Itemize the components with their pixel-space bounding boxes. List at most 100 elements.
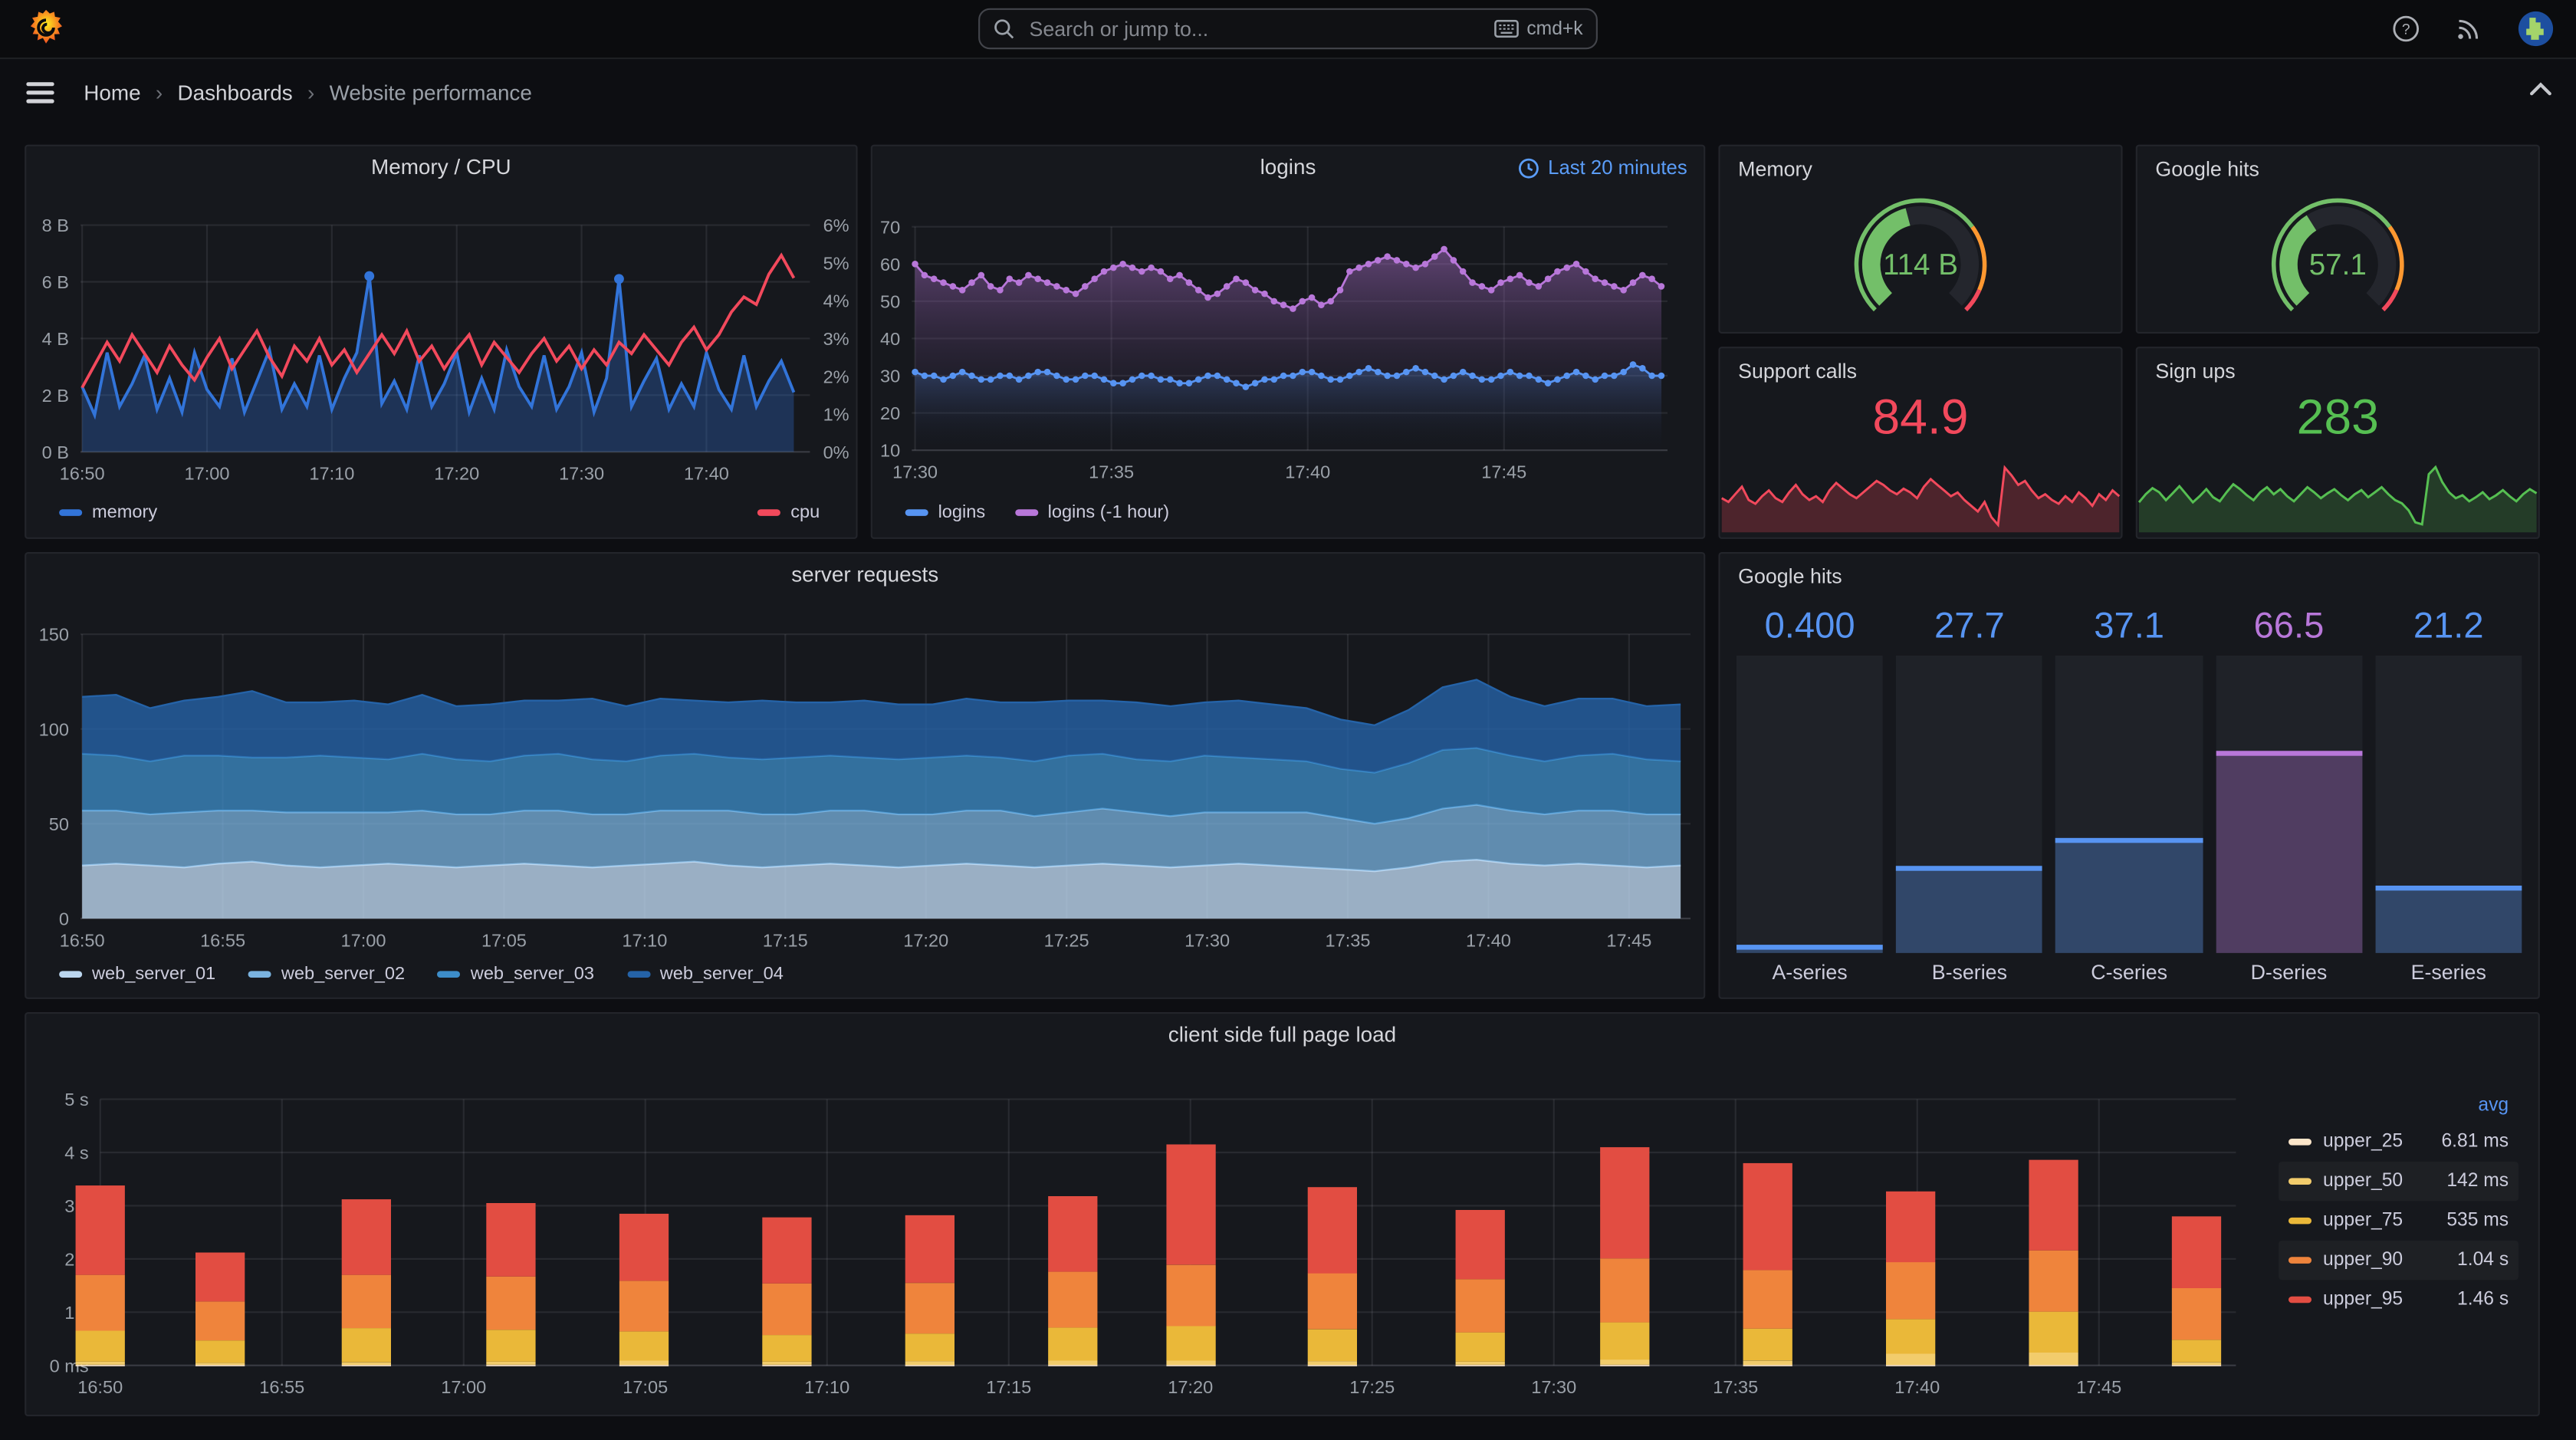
- legend-item-upper_50[interactable]: upper_50 142 ms: [2279, 1162, 2518, 1201]
- bar-gauge-column-A-series[interactable]: 0.400 A-series: [1737, 603, 1884, 987]
- logins-point: [1223, 376, 1230, 383]
- panel-title-google-hits-bars[interactable]: Google hits: [1738, 565, 1842, 588]
- logins-point: [1185, 380, 1193, 386]
- legend-item-web-server-03[interactable]: web_server_03: [437, 964, 594, 985]
- search-box[interactable]: cmd+k: [978, 8, 1598, 50]
- cpu-series-line: [80, 252, 796, 389]
- legend-item-web-server-02[interactable]: web_server_02: [248, 965, 405, 985]
- legend-swatch: [626, 971, 650, 978]
- panel-title-server-requests[interactable]: server requests: [26, 562, 1704, 587]
- legend-swatch: [905, 509, 928, 516]
- logins-point: [968, 372, 975, 380]
- logins (-1 hour)-point: [1204, 294, 1211, 301]
- panel-title-memory-cpu[interactable]: Memory / CPU: [26, 154, 856, 179]
- logins (-1 hour)-point: [1506, 275, 1514, 282]
- legend-label: cpu: [790, 502, 820, 523]
- logins-point: [921, 372, 928, 380]
- stacked-bar-segment-upper_90: [1743, 1270, 1792, 1329]
- breadcrumb-separator: ›: [155, 81, 163, 106]
- client-load-chart[interactable]: 0 ms1 s2 s3 s4 s5 s16:5016:5517:0017:051…: [26, 1014, 2542, 1418]
- logins (-1 hour)-point: [987, 283, 994, 290]
- x-tick-label: 17:35: [1326, 930, 1371, 950]
- legend-item-memory[interactable]: memory: [59, 503, 157, 522]
- grafana-logo-icon[interactable]: [26, 8, 65, 50]
- logins (-1 hour)-point: [1412, 264, 1419, 271]
- stacked-bar-segment-upper_95: [619, 1213, 669, 1281]
- legend-header-avg: avg: [2478, 1096, 2509, 1116]
- panel-memory-cpu: Memory / CPU memory cpu 0 B 2 B 4 B 6 B 8 B 16…: [25, 144, 859, 541]
- stacked-bar-segment-upper_90: [195, 1301, 245, 1341]
- y-right-tick-label: 5%: [823, 253, 849, 273]
- bar-gauge-column-E-series[interactable]: 21.2 E-series: [2375, 603, 2522, 987]
- legend-item-upper_75[interactable]: upper_75 535 ms: [2279, 1201, 2518, 1240]
- search-input[interactable]: [1026, 15, 1483, 42]
- stacked-bar-segment-upper_95: [2029, 1159, 2078, 1251]
- stacked-bar-segment-upper_50: [1600, 1359, 1650, 1365]
- x-tick-label: 17:30: [1531, 1377, 1576, 1397]
- breadcrumb-home[interactable]: Home: [84, 81, 140, 105]
- stacked-bar-segment-upper_25: [2029, 1365, 2078, 1366]
- logins (-1 hour)-point: [1318, 301, 1325, 308]
- topbar-actions: ?: [2392, 0, 2555, 58]
- legend-item-upper_95[interactable]: upper_95 1.46 s: [2279, 1280, 2518, 1319]
- user-avatar[interactable]: [2517, 10, 2555, 48]
- stacked-bar-segment-upper_90: [1600, 1258, 1650, 1323]
- logins (-1 hour)-point: [1015, 279, 1023, 286]
- legend-item-logins[interactable]: logins: [905, 503, 985, 522]
- panel-title-memory-gauge[interactable]: Memory: [1738, 158, 1812, 181]
- time-range-link[interactable]: Last 20 minutes: [1519, 156, 1687, 179]
- legend-item-upper_90[interactable]: upper_90 1.04 s: [2279, 1241, 2518, 1280]
- logins (-1 hour)-point: [1280, 301, 1287, 308]
- panel-title-client-load[interactable]: client side full page load: [26, 1022, 2538, 1047]
- logins-point: [1648, 372, 1655, 380]
- memory-cpu-chart[interactable]: 0 B 2 B 4 B 6 B 8 B 16:50 17:00 17:10 17:20 17:30…: [26, 146, 859, 541]
- legend-swatch: [437, 971, 461, 978]
- menu-toggle-icon[interactable]: [26, 82, 54, 104]
- server-requests-chart[interactable]: 0 50 100 150 16:50 16:55 17:00 17:05 17:10 17:15 1…: [26, 554, 1707, 1001]
- stacked-bar-segment-upper_25: [1600, 1365, 1650, 1366]
- x-tick-label: 17:30: [559, 464, 604, 484]
- logins (-1 hour)-point: [1063, 286, 1070, 294]
- bar-gauge-fill: [2375, 885, 2522, 953]
- panel-title-google-hits-gauge[interactable]: Google hits: [2155, 158, 2259, 181]
- bar-gauge-column-C-series[interactable]: 37.1 C-series: [2055, 603, 2203, 987]
- x-tick-label: 17:35: [1713, 1377, 1758, 1397]
- panel-title-support-calls[interactable]: Support calls: [1738, 360, 1857, 383]
- bar-gauge-fill: [1896, 866, 2043, 953]
- breadcrumb-dashboards[interactable]: Dashboards: [177, 81, 292, 105]
- y-tick-label: 50: [49, 814, 69, 834]
- logins (-1 hour)-point: [1185, 279, 1193, 286]
- collapse-chevron-up-icon[interactable]: [2528, 76, 2553, 106]
- legend-swatch: [248, 971, 272, 978]
- logins-point: [1412, 364, 1419, 372]
- bar-gauge-column-D-series[interactable]: 66.5 D-series: [2215, 603, 2363, 987]
- support_calls-area: [1721, 467, 2120, 533]
- time-range-label: Last 20 minutes: [1548, 156, 1687, 179]
- help-icon[interactable]: ?: [2392, 15, 2420, 42]
- legend-swatch: [757, 509, 781, 516]
- stacked-bar-segment-upper_95: [1307, 1187, 1357, 1274]
- legend-item-upper_25[interactable]: upper_25 6.81 ms: [2279, 1123, 2518, 1162]
- legend-item-logins-1-hour-[interactable]: logins (-1 hour): [1014, 503, 1169, 522]
- y-tick-label: 50: [880, 291, 900, 311]
- stacked-bar-segment-upper_75: [1166, 1326, 1216, 1361]
- logins-chart[interactable]: 10 20 30 40 50 60 70 17:30 17:35 17:40 17:45: [872, 146, 1707, 541]
- logins (-1 hour)-point: [1554, 268, 1561, 275]
- bar-gauge-column-B-series[interactable]: 27.7 B-series: [1896, 603, 2043, 987]
- legend-label: upper_25: [2323, 1132, 2404, 1152]
- logins (-1 hour)-point: [1629, 279, 1637, 286]
- stacked-bar-segment-upper_75: [1600, 1322, 1650, 1360]
- x-tick-label: 17:20: [1168, 1377, 1213, 1397]
- legend-item-web-server-01[interactable]: web_server_01: [59, 965, 215, 985]
- logins (-1 hour)-point: [1100, 268, 1108, 275]
- legend-item-cpu[interactable]: cpu: [757, 502, 820, 523]
- panel-title-sign-ups[interactable]: Sign ups: [2155, 360, 2235, 383]
- legend-swatch: [2288, 1178, 2312, 1185]
- rss-news-icon[interactable]: [2454, 15, 2482, 42]
- legend-label: web_server_03: [470, 964, 594, 985]
- stacked-bar-segment-upper_90: [1048, 1271, 1098, 1328]
- legend-item-web-server-04[interactable]: web_server_04: [626, 965, 784, 985]
- logins (-1 hour)-point: [1082, 283, 1089, 290]
- logins-point: [1308, 368, 1316, 376]
- logins-point: [1110, 380, 1117, 386]
